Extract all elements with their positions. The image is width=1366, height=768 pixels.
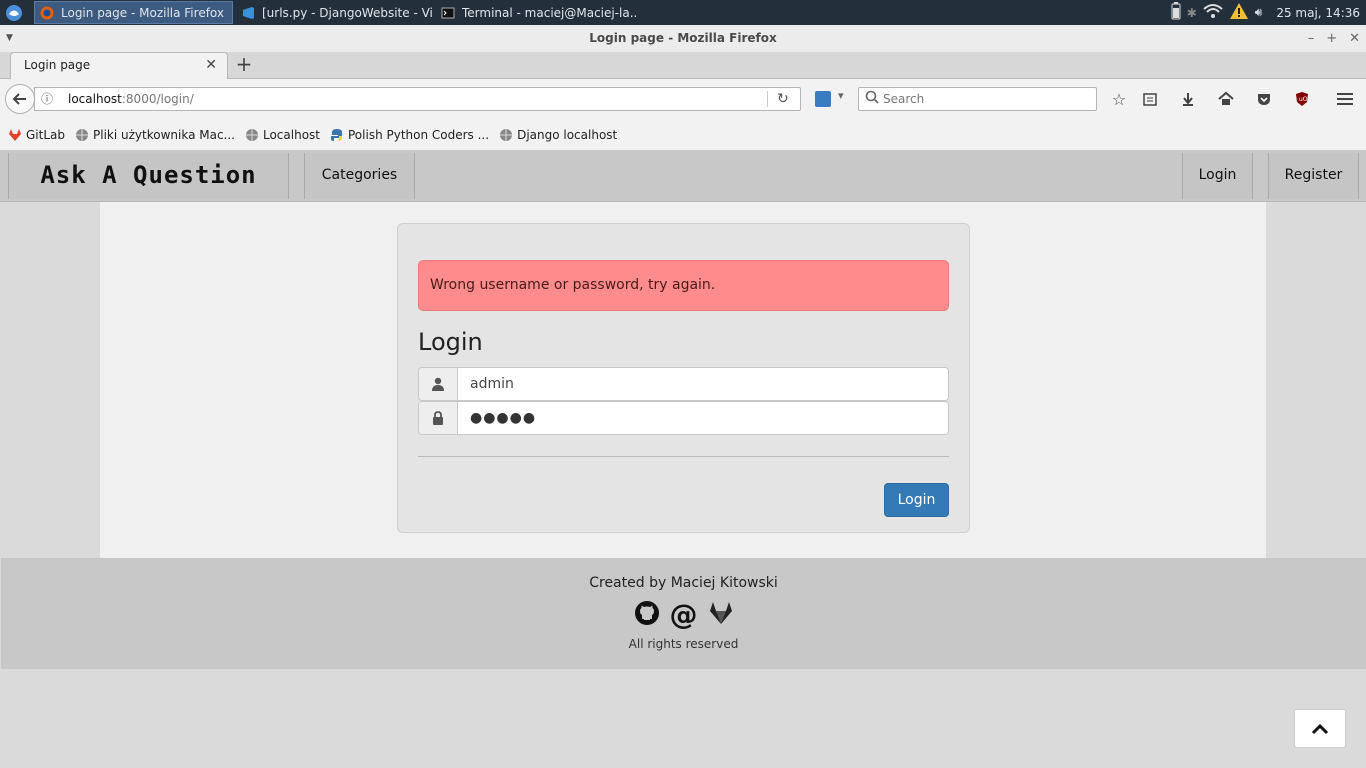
back-arrow-icon <box>12 93 26 105</box>
window-title: Login page - Mozilla Firefox <box>589 31 777 45</box>
chevron-up-icon <box>1311 723 1329 734</box>
firefox-icon <box>39 5 55 21</box>
url-bar[interactable]: ⓘ localhost:8000/login/ ↻ <box>34 87 801 111</box>
search-icon <box>865 89 879 111</box>
bookmarks-toolbar: GitLab Pliki użytkownika Mac... Localhos… <box>0 119 1366 151</box>
lock-icon <box>419 402 458 434</box>
site-navbar: Ask A Question Categories Login Register <box>0 151 1366 202</box>
login-heading: Login <box>418 328 483 356</box>
bookmark-star-icon[interactable]: ☆ <box>1108 88 1130 110</box>
scroll-to-top-button[interactable] <box>1294 709 1346 748</box>
error-alert: Wrong username or password, try again. <box>418 260 949 311</box>
bookmark-label: Localhost <box>262 127 320 142</box>
globe-icon <box>245 128 259 142</box>
site-footer: Created by Maciej Kitowski @ All rights … <box>1 558 1366 669</box>
extension-dropdown-icon[interactable]: ▾ <box>838 89 844 102</box>
github-icon[interactable] <box>634 600 660 630</box>
extension-icon[interactable] <box>815 91 831 107</box>
reload-icon[interactable]: ↻ <box>777 88 789 110</box>
taskbar-label: Terminal - maciej@Maciej-la... <box>462 5 636 20</box>
home-icon[interactable] <box>1215 88 1237 110</box>
bookmark-pliki[interactable]: Pliki użytkownika Mac... <box>75 128 235 142</box>
url-text[interactable]: localhost:8000/login/ <box>68 88 194 110</box>
site-brand[interactable]: Ask A Question <box>8 153 289 199</box>
bookmark-localhost[interactable]: Localhost <box>245 128 320 142</box>
vscode-icon <box>240 5 256 21</box>
whisker-menu-icon[interactable] <box>0 0 28 25</box>
site-info-icon[interactable]: ⓘ <box>41 88 53 110</box>
system-tray: ✱ 🔊︎ 25 maj, 14:36 <box>1171 0 1366 25</box>
taskbar-label: Login page - Mozilla Firefox <box>61 5 224 20</box>
at-icon[interactable]: @ <box>670 601 698 629</box>
username-input[interactable] <box>458 368 948 400</box>
main-content: Wrong username or password, try again. L… <box>100 202 1266 558</box>
pocket-icon[interactable] <box>1253 88 1275 110</box>
new-tab-button[interactable]: + <box>234 52 254 78</box>
terminal-icon <box>440 5 456 21</box>
clock[interactable]: 25 maj, 14:36 <box>1276 6 1360 20</box>
globe-icon <box>499 128 513 142</box>
globe-icon <box>75 128 89 142</box>
tab-strip: Login page ✕ + <box>0 52 1366 80</box>
search-box[interactable] <box>858 87 1097 111</box>
tab-login-page[interactable]: Login page ✕ <box>10 52 228 80</box>
window-menu-icon[interactable]: ▼ <box>6 25 13 52</box>
tab-title: Login page <box>24 58 91 72</box>
footer-credit: Created by Maciej Kitowski <box>589 575 778 591</box>
ublock-icon[interactable]: uO <box>1291 88 1313 110</box>
footer-rights: All rights reserved <box>628 637 739 651</box>
nav-login[interactable]: Login <box>1182 153 1253 199</box>
download-icon[interactable] <box>1177 88 1199 110</box>
gitlab-icon[interactable] <box>708 600 734 630</box>
search-input[interactable] <box>883 90 1083 108</box>
bookmark-label: Polish Python Coders ... <box>348 127 490 142</box>
taskbar-vscode[interactable]: [urls.py - DjangoWebsite - Vi... <box>236 1 432 24</box>
bookmark-gitlab[interactable]: GitLab <box>8 128 65 142</box>
bookmark-polish-python[interactable]: Polish Python Coders ... <box>330 128 489 142</box>
bookmark-django[interactable]: Django localhost <box>499 128 617 142</box>
window-titlebar: ▼ Login page - Mozilla Firefox – + ✕ <box>0 25 1366 52</box>
maximize-icon[interactable]: + <box>1326 25 1337 52</box>
form-divider <box>418 456 949 457</box>
desktop-panel: Login page - Mozilla Firefox [urls.py - … <box>0 0 1366 25</box>
back-button[interactable] <box>5 84 35 114</box>
warning-icon[interactable] <box>1229 2 1249 23</box>
login-card: Wrong username or password, try again. L… <box>397 223 970 533</box>
taskbar-firefox[interactable]: Login page - Mozilla Firefox <box>34 1 233 24</box>
gitlab-icon <box>8 128 22 142</box>
password-group <box>418 401 949 435</box>
navigation-toolbar: ⓘ localhost:8000/login/ ↻ ▾ ☆ uO <box>0 79 1366 119</box>
nav-register[interactable]: Register <box>1268 153 1359 199</box>
svg-text:uO: uO <box>1299 96 1308 103</box>
username-group <box>418 367 949 401</box>
web-page: Ask A Question Categories Login Register… <box>0 151 1366 768</box>
wifi-icon[interactable] <box>1203 3 1223 22</box>
url-separator <box>767 91 768 107</box>
battery-icon[interactable] <box>1171 2 1181 23</box>
menu-icon[interactable] <box>1334 88 1356 110</box>
taskbar-terminal[interactable]: Terminal - maciej@Maciej-la... <box>436 1 636 24</box>
bluetooth-icon[interactable]: ✱ <box>1187 6 1197 20</box>
nav-categories[interactable]: Categories <box>304 153 415 199</box>
python-icon <box>330 128 344 142</box>
password-input[interactable] <box>458 402 948 434</box>
tab-close-icon[interactable]: ✕ <box>205 53 217 78</box>
minimize-icon[interactable]: – <box>1308 25 1315 52</box>
reading-list-icon[interactable] <box>1139 88 1161 110</box>
volume-icon[interactable]: 🔊︎ <box>1255 5 1263 20</box>
bookmark-label: GitLab <box>26 127 65 142</box>
bookmark-label: Django localhost <box>517 127 618 142</box>
login-submit-button[interactable]: Login <box>884 483 949 517</box>
taskbar-label: [urls.py - DjangoWebsite - Vi... <box>262 5 432 20</box>
footer-icons: @ <box>1 600 1366 630</box>
close-icon[interactable]: ✕ <box>1349 25 1360 52</box>
user-icon <box>419 368 458 400</box>
bookmark-label: Pliki użytkownika Mac... <box>93 127 235 142</box>
